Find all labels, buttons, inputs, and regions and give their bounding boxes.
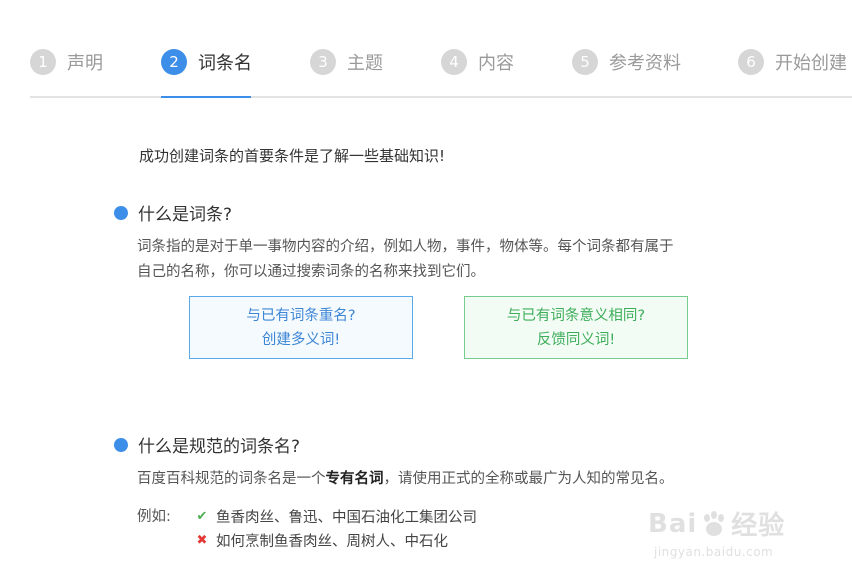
step-label: 参考资料 xyxy=(609,53,681,74)
step-1[interactable]: 1 声明 xyxy=(30,49,103,75)
good-example-text: 鱼香肉丝、鲁迅、中国石油化工集团公司 xyxy=(216,510,477,526)
watermark-url: jingyan.baidu.com xyxy=(654,545,774,559)
bad-example-row: ✖ 如何烹制鱼香肉丝、周树人、中石化 xyxy=(195,530,448,551)
watermark-text: Bai xyxy=(648,508,698,539)
step-number: 4 xyxy=(441,49,467,75)
paw-icon xyxy=(704,510,725,536)
example-label: 例如: xyxy=(137,509,171,525)
watermark-text: 经验 xyxy=(731,511,786,541)
step-5[interactable]: 5 参考资料 xyxy=(572,49,681,75)
button-line: 与已有词条意义相同? xyxy=(506,307,646,324)
step-label: 开始创建 xyxy=(775,53,847,74)
step-label: 主题 xyxy=(347,53,383,74)
section-standard-name: 什么是规范的词条名? xyxy=(114,432,300,457)
active-step-indicator xyxy=(161,96,251,98)
button-line: 与已有词条重名? xyxy=(246,307,356,324)
step-3[interactable]: 3 主题 xyxy=(310,49,383,75)
bullet-icon xyxy=(114,437,128,452)
entry-definition: 词条指的是对于单一事物内容的介绍，例如人物，事件，物体等。每个词条都有属于 自己… xyxy=(137,235,674,285)
check-icon: ✔ xyxy=(196,509,208,524)
section-title: 什么是规范的词条名? xyxy=(138,437,301,457)
description-text: 百度百科规范的词条名是一个 xyxy=(137,471,326,487)
report-synonym-button[interactable]: 与已有词条意义相同? 反馈同义词! xyxy=(464,296,688,359)
intro-text: 成功创建词条的首要条件是了解一些基础知识! xyxy=(139,147,446,165)
step-number: 5 xyxy=(572,49,598,75)
proper-noun-emphasis: 专有名词 xyxy=(325,471,384,487)
step-label: 声明 xyxy=(67,53,103,74)
bullet-icon xyxy=(114,205,128,220)
section-what-is-entry: 什么是词条? xyxy=(114,200,232,225)
page: 1 声明 2 词条名 3 主题 4 内容 5 参考资料 6 开始创建 成功创建词… xyxy=(0,0,852,588)
step-number: 3 xyxy=(310,49,336,75)
step-number: 6 xyxy=(738,49,764,75)
standard-name-description: 百度百科规范的词条名是一个专有名词，请使用正式的全称或最广为人知的常见名。 xyxy=(137,467,674,492)
step-6[interactable]: 6 开始创建 xyxy=(738,49,847,75)
step-number: 1 xyxy=(30,49,56,75)
entry-definition-line: 自己的名称，你可以通过搜索词条的名称来找到它们。 xyxy=(137,264,485,280)
description-text: ，请使用正式的全称或最广为人知的常见名。 xyxy=(383,471,674,487)
cross-icon: ✖ xyxy=(196,533,208,548)
step-progress-bar: 1 声明 2 词条名 3 主题 4 内容 5 参考资料 6 开始创建 xyxy=(30,40,852,98)
button-line: 创建多义词! xyxy=(261,331,341,348)
step-number: 2 xyxy=(161,49,187,75)
step-2[interactable]: 2 词条名 xyxy=(161,49,252,75)
step-label: 词条名 xyxy=(198,53,252,74)
section-title: 什么是词条? xyxy=(138,205,233,225)
button-line: 反馈同义词! xyxy=(536,331,616,348)
good-example-row: ✔ 鱼香肉丝、鲁迅、中国石油化工集团公司 xyxy=(195,506,477,527)
step-label: 内容 xyxy=(478,53,514,74)
step-4[interactable]: 4 内容 xyxy=(441,49,514,75)
create-polysemy-button[interactable]: 与已有词条重名? 创建多义词! xyxy=(189,296,413,359)
watermark-logo: Bai 经验 xyxy=(648,505,785,542)
entry-definition-line: 词条指的是对于单一事物内容的介绍，例如人物，事件，物体等。每个词条都有属于 xyxy=(137,239,674,255)
baidu-jingyan-watermark: Bai 经验 jingyan.baidu.com xyxy=(648,505,818,575)
bad-example-text: 如何烹制鱼香肉丝、周树人、中石化 xyxy=(216,534,448,550)
